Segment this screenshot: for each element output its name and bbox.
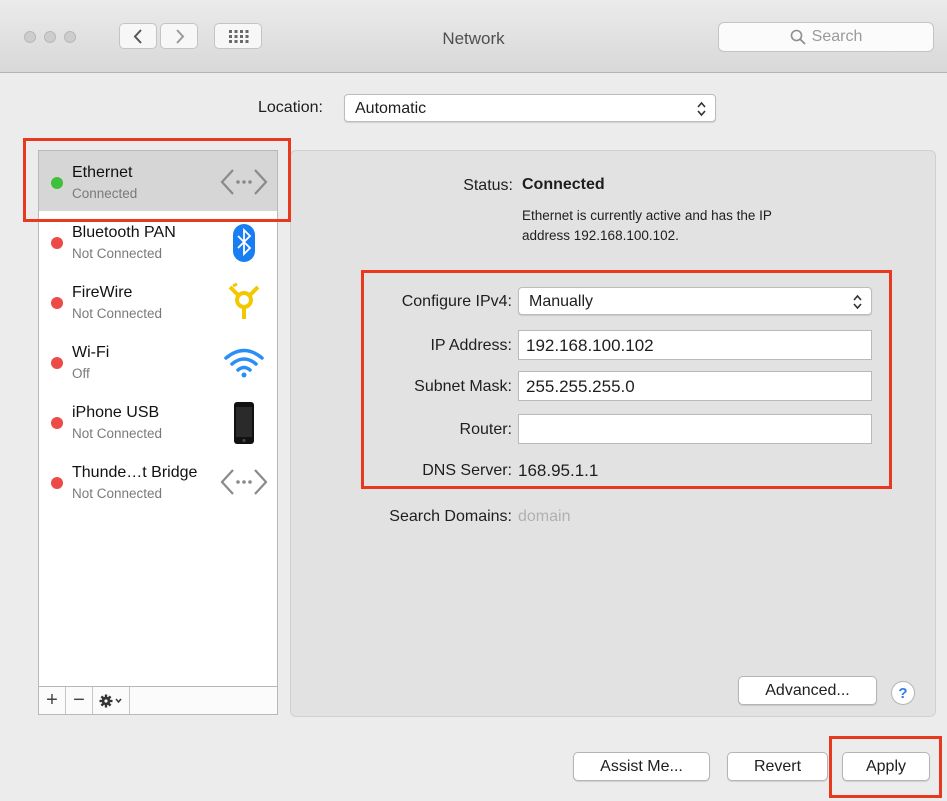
add-service-button[interactable]: + bbox=[39, 687, 66, 714]
apply-button[interactable]: Apply bbox=[842, 752, 930, 781]
thunderbolt-bridge-icon bbox=[220, 469, 268, 495]
router-field[interactable] bbox=[518, 414, 872, 444]
status-dot bbox=[51, 237, 63, 249]
location-value: Automatic bbox=[355, 100, 427, 117]
service-item-ethernet[interactable]: Ethernet Connected bbox=[39, 151, 277, 211]
subnet-mask-field[interactable]: 255.255.255.0 bbox=[518, 371, 872, 401]
subnet-mask-value: 255.255.255.0 bbox=[526, 377, 635, 396]
search-icon bbox=[790, 29, 806, 45]
service-item-iphone-usb[interactable]: iPhone USB Not Connected bbox=[39, 391, 277, 451]
action-menu-button[interactable] bbox=[93, 687, 130, 714]
configure-ipv4-select[interactable]: Manually bbox=[518, 287, 872, 315]
assist-me-button[interactable]: Assist Me... bbox=[573, 752, 710, 781]
service-name: FireWire bbox=[72, 284, 133, 301]
wifi-icon bbox=[224, 348, 264, 378]
service-name: Wi-Fi bbox=[72, 344, 110, 361]
search-domains-label: Search Domains: bbox=[389, 508, 512, 525]
status-label: Status: bbox=[463, 177, 513, 194]
status-dot bbox=[51, 417, 63, 429]
chevron-up-down-icon bbox=[853, 294, 862, 310]
service-item-firewire[interactable]: FireWire Not Connected bbox=[39, 271, 277, 331]
search-domains-placeholder[interactable]: domain bbox=[518, 508, 570, 526]
service-item-bluetooth-pan[interactable]: Bluetooth PAN Not Connected bbox=[39, 211, 277, 271]
service-item-thunderbolt-bridge[interactable]: Thunde…t Bridge Not Connected bbox=[39, 451, 277, 511]
help-button[interactable]: ? bbox=[891, 681, 915, 705]
title-bar: Network Search bbox=[0, 0, 947, 73]
ip-address-label: IP Address: bbox=[430, 337, 512, 354]
status-description-line-2: address 192.168.100.102. bbox=[522, 228, 679, 243]
iphone-icon bbox=[234, 402, 254, 444]
firewire-icon bbox=[228, 282, 260, 319]
status-dot bbox=[51, 177, 63, 189]
service-status: Not Connected bbox=[72, 306, 163, 321]
status-dot bbox=[51, 297, 63, 309]
revert-button[interactable]: Revert bbox=[727, 752, 828, 781]
gear-icon bbox=[99, 694, 122, 707]
service-list-toolbar: + − bbox=[38, 687, 278, 715]
search-placeholder: Search bbox=[811, 28, 863, 45]
service-status: Not Connected bbox=[72, 246, 163, 261]
service-name: iPhone USB bbox=[72, 404, 160, 421]
ip-address-field[interactable]: 192.168.100.102 bbox=[518, 330, 872, 360]
status-description-line-1: Ethernet is currently active and has the… bbox=[522, 208, 772, 223]
configure-ipv4-label: Configure IPv4: bbox=[401, 293, 512, 310]
service-name: Thunde…t Bridge bbox=[72, 464, 198, 481]
router-label: Router: bbox=[459, 421, 512, 438]
status-dot bbox=[51, 477, 63, 489]
dns-server-label: DNS Server: bbox=[422, 462, 512, 479]
service-item-wifi[interactable]: Wi-Fi Off bbox=[39, 331, 277, 391]
location-label: Location: bbox=[258, 99, 323, 116]
service-name: Bluetooth PAN bbox=[72, 224, 176, 241]
remove-service-button[interactable]: − bbox=[66, 687, 93, 714]
service-name: Ethernet bbox=[72, 164, 133, 181]
status-value: Connected bbox=[522, 176, 605, 193]
service-status: Off bbox=[72, 366, 90, 381]
service-status: Connected bbox=[72, 186, 138, 201]
ethernet-icon bbox=[220, 169, 268, 195]
bluetooth-icon bbox=[233, 224, 255, 262]
dns-server-value: 168.95.1.1 bbox=[518, 461, 599, 480]
advanced-button[interactable]: Advanced... bbox=[738, 676, 877, 705]
service-status: Not Connected bbox=[72, 486, 163, 501]
chevron-up-down-icon bbox=[697, 101, 706, 117]
service-list: Ethernet Connected Bluetooth PAN Not Con… bbox=[38, 150, 278, 687]
location-select[interactable]: Automatic bbox=[344, 94, 716, 122]
configure-ipv4-value: Manually bbox=[529, 293, 594, 310]
search-field[interactable]: Search bbox=[718, 22, 934, 52]
service-status: Not Connected bbox=[72, 426, 163, 441]
subnet-mask-label: Subnet Mask: bbox=[414, 378, 512, 395]
ip-address-value: 192.168.100.102 bbox=[526, 336, 654, 355]
status-dot bbox=[51, 357, 63, 369]
